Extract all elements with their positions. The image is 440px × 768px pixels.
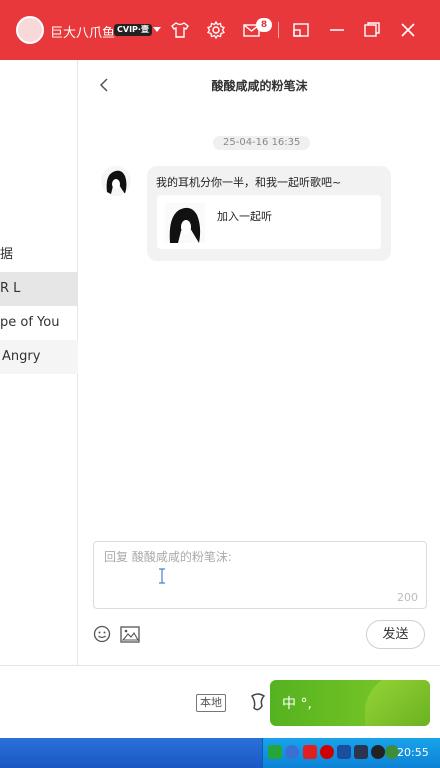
leaf-decoration (365, 680, 430, 726)
image-icon[interactable] (120, 626, 140, 643)
message-bubble: 我的耳机分你一半，和我一起听歌吧~ 加入一起听 (147, 166, 391, 261)
minimize-icon[interactable] (327, 20, 347, 40)
card-thumbnail (165, 203, 205, 243)
gear-icon[interactable] (206, 20, 226, 40)
sender-avatar[interactable] (101, 166, 131, 196)
volume-icon[interactable] (354, 745, 368, 759)
text-cursor-icon (159, 568, 165, 584)
system-tray: 20:55 (262, 738, 440, 768)
close-icon[interactable] (398, 20, 418, 40)
sidebar-list: 据 R L pe of You Angry (0, 60, 78, 665)
sidebar-item-label: R L (0, 281, 21, 296)
message-timestamp: 25-04-16 16:35 (213, 136, 311, 150)
taskbar-clock[interactable]: 20:55 (397, 746, 429, 759)
anime-thumbnail-icon (165, 203, 205, 243)
chat-title: 酸酸咸咸的粉笔沫 (211, 79, 308, 93)
anime-avatar-icon (101, 166, 131, 196)
sidebar-item[interactable]: 据 (0, 238, 78, 272)
username-label[interactable]: 巨大八爪鱼 (50, 22, 115, 41)
user-avatar[interactable] (16, 16, 44, 44)
tshirt-icon[interactable] (170, 20, 190, 40)
sidebar-item[interactable]: Angry (0, 340, 78, 374)
sidebar-item-label: Angry (2, 349, 41, 364)
message-text: 我的耳机分你一半，和我一起听歌吧~ (156, 176, 342, 189)
local-source-tag[interactable]: 本地 (196, 694, 226, 712)
alert-icon[interactable] (320, 745, 334, 759)
sidebar-item[interactable]: R L (0, 272, 78, 306)
title-bar: 巨大八爪鱼 CVIP·壹 8 (0, 0, 440, 60)
titlebar-divider (278, 22, 279, 38)
char-count: 200 (397, 591, 418, 604)
mini-mode-icon[interactable] (291, 20, 311, 40)
sidebar-item[interactable]: pe of You (0, 306, 78, 340)
emoji-icon[interactable] (93, 625, 111, 643)
send-button[interactable]: 发送 (366, 620, 425, 649)
mail-count-badge: 8 (256, 18, 272, 32)
qq-icon[interactable] (371, 745, 385, 759)
chat-panel: 酸酸咸咸的粉笔沫 25-04-16 16:35 我的耳机分你一半，和我一起听歌吧… (79, 60, 440, 665)
windows-taskbar: 20:55 (0, 738, 440, 768)
maximize-icon[interactable] (362, 20, 382, 40)
chevron-left-icon[interactable] (285, 745, 299, 759)
listen-together-card[interactable]: 加入一起听 (157, 195, 381, 249)
sogou-ime-icon[interactable] (268, 745, 282, 759)
sidebar-item-label: 据 (0, 247, 14, 262)
reply-input[interactable]: 回复 酸酸咸咸的粉笔沫: 200 (93, 541, 427, 609)
vip-badge[interactable]: CVIP·壹 (114, 24, 152, 36)
sidebar-item-label: pe of You (0, 315, 60, 330)
chevron-down-icon[interactable] (153, 27, 161, 32)
netease-music-icon[interactable] (303, 745, 317, 759)
network-icon[interactable] (337, 745, 351, 759)
ime-status-text: 中 °, (282, 696, 312, 712)
reply-placeholder: 回复 酸酸咸咸的粉笔沫: (104, 550, 232, 564)
card-label: 加入一起听 (217, 210, 272, 223)
ime-leaf-icon[interactable] (248, 690, 270, 714)
music-app-window: 巨大八爪鱼 CVIP·壹 8 据 R L pe of You Angry 酸酸咸… (0, 0, 440, 768)
ime-toolbar[interactable]: 中 °, (270, 680, 430, 726)
